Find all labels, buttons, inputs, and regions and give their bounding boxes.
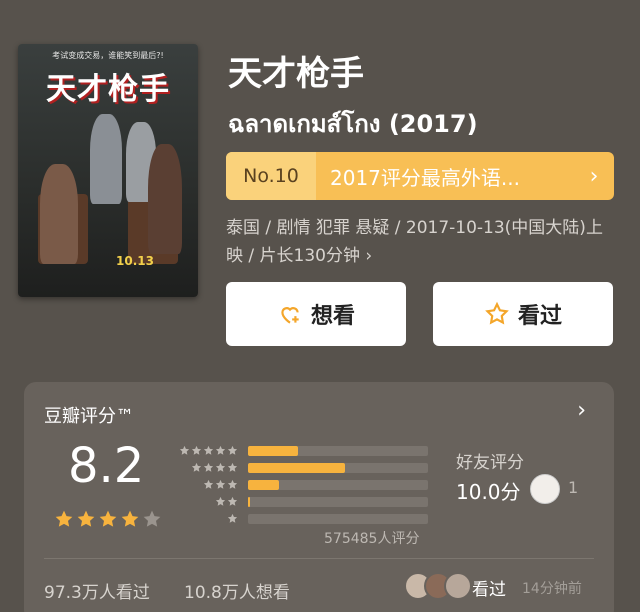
rank-text: 2017评分最高外语... [330,165,520,190]
star-icon [55,510,73,527]
star-icon [215,462,226,472]
friend-seen-label: 看过 [472,580,506,600]
star-icon [227,445,238,455]
chevron-right-icon: › [589,163,599,189]
friend-rating-score: 10.0分 [456,480,521,504]
douban-rating-label: 豆瓣评分™ [44,406,134,427]
star-icon [121,510,139,527]
poster-date: 10.13 [116,254,154,268]
rank-number: No.10 [226,152,316,200]
star-icon [191,445,202,455]
poster-tagline: 考试变成交易，谁能笑到最后?! [52,51,164,60]
want-to-see-button[interactable]: 想看 [226,282,406,346]
rating-bar-row [174,510,428,527]
rating-distribution [174,442,428,527]
bar-fill [248,496,250,507]
wish-count[interactable]: 10.8万人想看 [184,578,290,603]
rating-stars [54,509,162,529]
bar-track [248,445,428,456]
bar-fill [248,462,346,473]
bar-track [248,496,428,507]
divider [44,558,594,559]
seen-button[interactable]: 看过 [433,282,613,346]
seen-label: 看过 [517,304,562,329]
star-icon [191,462,202,472]
avatar [444,572,472,600]
movie-title: 天才枪手 [228,54,364,94]
friend-rating-label: 好友评分 [456,453,524,473]
bar-stars [174,496,238,507]
star-icon [215,496,226,506]
rating-score: 8.2 [68,438,145,494]
star-icon [227,496,238,506]
star-icon [99,510,117,527]
want-to-see-label: 想看 [310,304,355,329]
rating-bar-row [174,476,428,493]
bar-stars [174,479,238,490]
bar-fill [248,479,279,490]
star-icon [215,479,226,489]
star-icon [179,445,190,455]
bar-stars [174,513,238,524]
movie-meta[interactable]: 泰国 / 剧情 犯罪 悬疑 / 2017-10-13(中国大陆)上映 / 片长1… [226,214,616,270]
rating-bar-row [174,442,428,459]
movie-original-title: ฉลาดเกมส์โกง (2017) [228,110,478,138]
rating-panel[interactable]: 豆瓣评分™ › 8.2 575485人评分 好友评分 10.0分 1 97.3万… [24,382,614,612]
star-icon [77,510,95,527]
movie-poster[interactable]: 考试变成交易，谁能笑到最后?! 天才枪手 10.13 [18,44,198,297]
bar-stars [174,445,238,456]
poster-title: 天才枪手 [46,72,170,107]
rating-bar-row [174,459,428,476]
star-icon [227,462,238,472]
bar-track [248,462,428,473]
poster-figure [148,144,182,254]
star-icon [203,479,214,489]
bar-fill [248,445,299,456]
star-icon [215,445,226,455]
heart-plus-icon [281,307,299,324]
poster-figure [90,114,122,204]
star-icon [143,510,161,527]
star-icon [227,479,238,489]
star-icon [203,462,214,472]
bar-track [248,479,428,490]
rating-count: 575485人评分 [324,531,420,547]
friend-avatars[interactable] [404,572,472,600]
bar-stars [174,462,238,473]
friend-seen-time: 14分钟前 [522,581,582,597]
star-icon [227,513,238,523]
chevron-right-icon[interactable]: › [577,398,586,423]
watched-count[interactable]: 97.3万人看过 [44,578,150,603]
star-icon [203,445,214,455]
bar-track [248,513,428,524]
friend-avatar[interactable] [530,474,560,504]
rank-banner[interactable]: No.10 2017评分最高外语... › [226,152,614,200]
star-outline-icon [485,301,509,325]
poster-figure [40,164,78,264]
rating-bar-row [174,493,428,510]
friend-count: 1 [568,478,579,497]
